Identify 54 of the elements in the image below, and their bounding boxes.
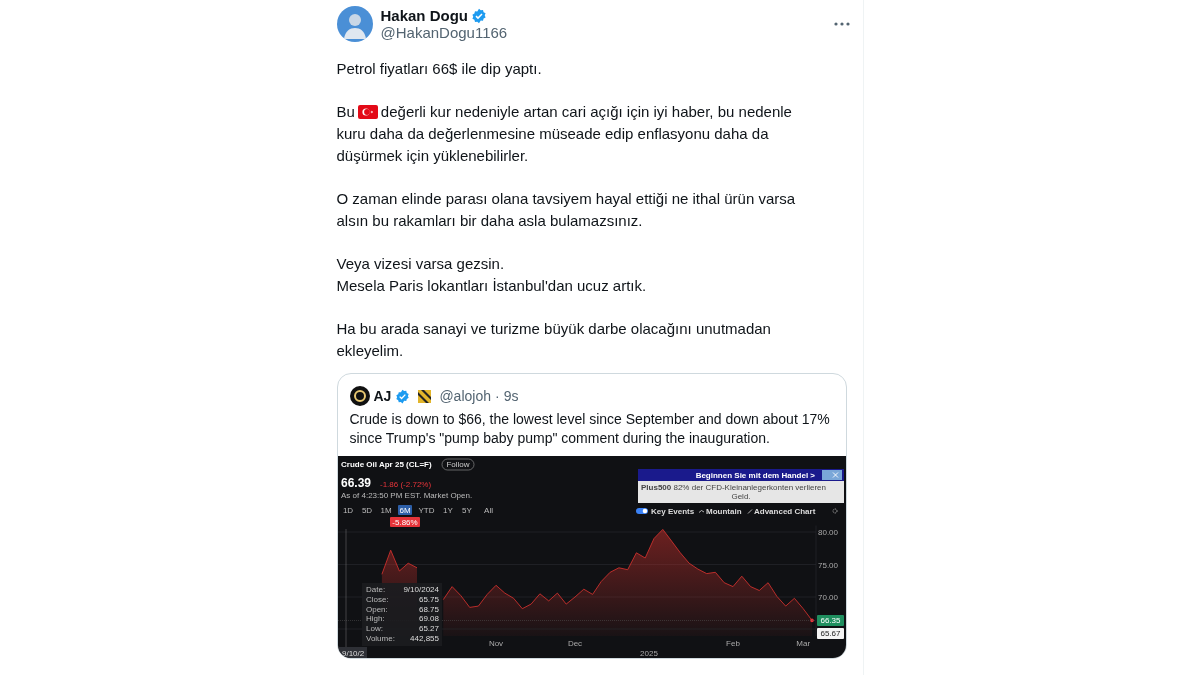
price-change: -1.86 (-2.72%)	[379, 479, 431, 489]
data-tooltip: Date: 9/10/2024 Close: 65.75 Open: 68.75 High: 69.08 Low: 65.27 Volume: 442,855	[361, 583, 442, 647]
last-price-dot	[809, 619, 814, 623]
author-name[interactable]: AJ	[373, 388, 392, 405]
ad-close-icon[interactable]	[821, 470, 842, 481]
flag-icon	[357, 105, 378, 120]
price-tag: 65.67	[816, 628, 844, 640]
stripes-icon	[418, 389, 432, 403]
chart-type-label: Mountain	[705, 507, 742, 517]
chart-title: Crude Oil Apr 25 (CL=F)	[340, 460, 432, 470]
tweet-text: Veya vizesi varsa gezsin. Mesela Paris lokantları İstanbul'dan ucuz artık.	[336, 254, 648, 296]
year-label: 2025	[639, 648, 658, 658]
axis-label: 70.00	[817, 593, 838, 603]
tweet-text: Petrol fiyatları 66$ ile dip yaptı.	[336, 59, 543, 79]
author-name[interactable]: Hakan Dogu	[380, 7, 468, 24]
avatar[interactable]	[349, 386, 370, 407]
axis-label: Feb	[725, 639, 740, 649]
range-tab[interactable]: 5Y	[461, 506, 472, 516]
settings-icon[interactable]	[832, 508, 837, 514]
tweet-text: düşürmek için yüklenebilirler.	[336, 146, 529, 164]
axis-label: 75.00	[817, 560, 838, 570]
tweet-text: Bu	[336, 103, 355, 121]
axis-label: Nov	[488, 639, 503, 649]
tweet-text: Ha bu arada sanayi ve turizme büyük darbe olacağını unutmadan ekleyelim.	[336, 319, 772, 362]
range-tab[interactable]: 6M	[397, 505, 412, 516]
quoted-tweet-card[interactable]	[336, 373, 847, 660]
post-time: 9s	[503, 388, 519, 405]
key-events-label: Key Events	[650, 507, 694, 517]
tweet-text: kuru daha da değerlenmesine müseade edip enflasyonu daha da	[336, 125, 769, 143]
range-tab[interactable]: All	[483, 506, 493, 516]
cursor-date-label: 9/10/2	[338, 647, 367, 659]
follow-button[interactable]: Follow	[441, 459, 474, 471]
separator: ·	[495, 388, 500, 405]
range-change-badge: -5.86%	[389, 517, 420, 528]
market-status: As of 4:23:50 PM EST. Market Open.	[340, 491, 472, 501]
range-tab[interactable]: YTD	[418, 506, 434, 516]
range-tab[interactable]: 1Y	[442, 506, 453, 516]
axis-label: Dec	[567, 639, 582, 649]
quoted-text: Crude is down to $66, the lowest level since September and down about 17% since Trump's "pump baby pump" comment during the inauguration.	[348, 410, 831, 449]
price: 66.39	[340, 476, 371, 491]
price-tag: 66.35	[816, 615, 844, 627]
author-handle[interactable]: @alojoh	[439, 388, 491, 405]
mountain-icon	[698, 510, 704, 514]
key-events-toggle[interactable]	[635, 508, 648, 515]
range-tab[interactable]: 5D	[361, 506, 372, 516]
advanced-chart-link[interactable]: Advanced Chart	[753, 507, 815, 517]
axis-label: 80.00	[817, 528, 838, 538]
range-tab[interactable]: 1M	[379, 506, 392, 516]
tweet-text: değerli kur nedeniyle artan cari açığı için iyi haber, bu nedenle	[380, 103, 792, 121]
range-tab[interactable]: 1D	[342, 506, 353, 516]
axis-label: Mar	[795, 639, 810, 649]
author-handle[interactable]: @HakanDogu1166	[380, 24, 825, 41]
ad-disclaimer: Plus500 82% der CFD-Kleinanlegerkonten verlieren Geld.	[640, 483, 826, 502]
tweet-text: O zaman elinde parası olana tavsiyem hayal ettiği ne ithal ürün varsa alsın bu rakamları bir daha asla bulamazsınız.	[336, 189, 797, 231]
